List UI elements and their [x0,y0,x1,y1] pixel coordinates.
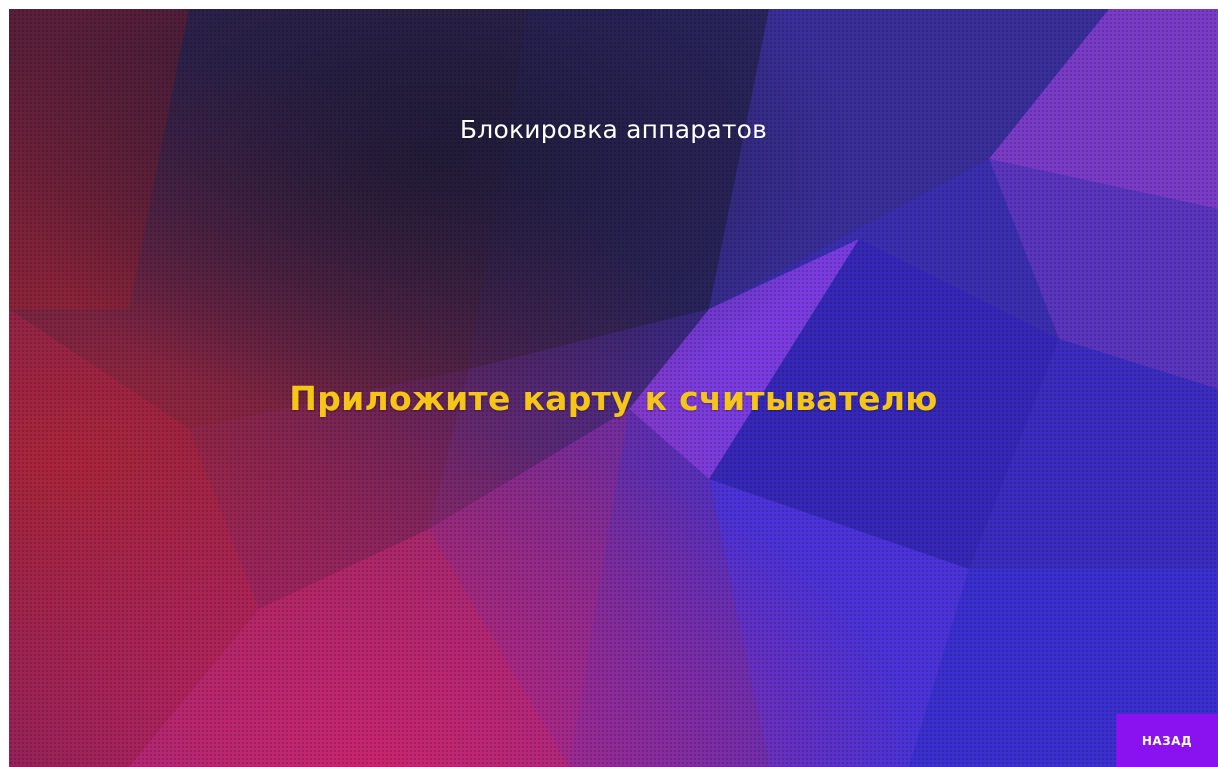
kiosk-screen: Блокировка аппаратов Приложите карту к с… [9,9,1218,767]
screen-title: Блокировка аппаратов [459,115,768,144]
back-button-label: НАЗАД [1141,733,1193,748]
back-button[interactable]: НАЗАД [1116,714,1218,767]
card-reader-prompt: Приложите карту к считывателю [289,379,938,418]
